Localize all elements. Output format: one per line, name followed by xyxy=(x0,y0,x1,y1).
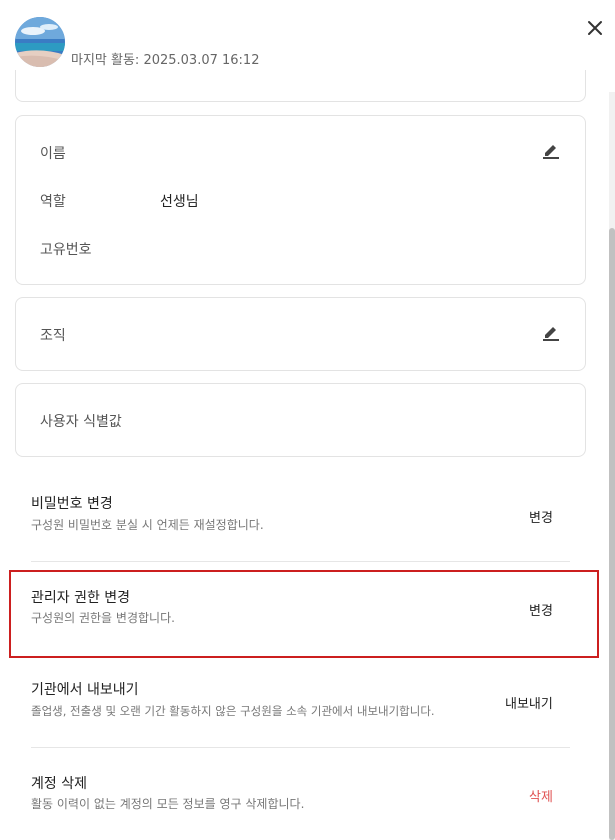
user-identifier-card: 사용자 식별값 xyxy=(15,383,586,457)
highlight-box xyxy=(9,570,599,658)
action-title: 계정 삭제 xyxy=(31,776,87,792)
unique-id-label: 고유번호 xyxy=(40,242,92,258)
pencil-icon xyxy=(543,327,559,341)
organization-card: 조직 xyxy=(15,297,586,371)
edit-name-button[interactable] xyxy=(542,141,560,159)
role-label: 역할 xyxy=(40,194,66,210)
scrollbar-thumb[interactable] xyxy=(609,228,615,840)
change-password-button[interactable]: 변경 xyxy=(529,507,553,526)
user-identifier-label: 사용자 식별값 xyxy=(40,414,122,430)
action-desc: 졸업생, 전출생 및 오랜 기간 활동하지 않은 구성원을 소속 기관에서 내보… xyxy=(31,704,435,718)
action-title: 기관에서 내보내기 xyxy=(31,682,139,698)
pencil-icon xyxy=(543,145,559,159)
avatar xyxy=(15,17,65,67)
delete-account-button[interactable]: 삭제 xyxy=(529,786,553,805)
action-desc: 구성원 비밀번호 분실 시 언제든 재설정합니다. xyxy=(31,518,264,532)
export-button[interactable]: 내보내기 xyxy=(505,693,553,712)
action-title: 비밀번호 변경 xyxy=(31,496,113,512)
last-active-text: 마지막 활동: 2025.03.07 16:12 xyxy=(71,53,260,68)
action-desc: 활동 이력이 없는 계정의 모든 정보를 영구 삭제합니다. xyxy=(31,797,305,811)
avatar-image xyxy=(15,17,65,67)
top-card-partial xyxy=(15,70,586,102)
name-label: 이름 xyxy=(40,146,66,162)
organization-label: 조직 xyxy=(40,328,66,344)
divider xyxy=(31,561,570,562)
edit-organization-button[interactable] xyxy=(542,323,560,341)
close-icon xyxy=(588,21,602,35)
profile-info-card: 이름 역할 선생님 고유번호 xyxy=(15,115,586,285)
close-button[interactable] xyxy=(585,18,605,38)
role-value: 선생님 xyxy=(160,194,199,210)
divider xyxy=(31,747,570,748)
